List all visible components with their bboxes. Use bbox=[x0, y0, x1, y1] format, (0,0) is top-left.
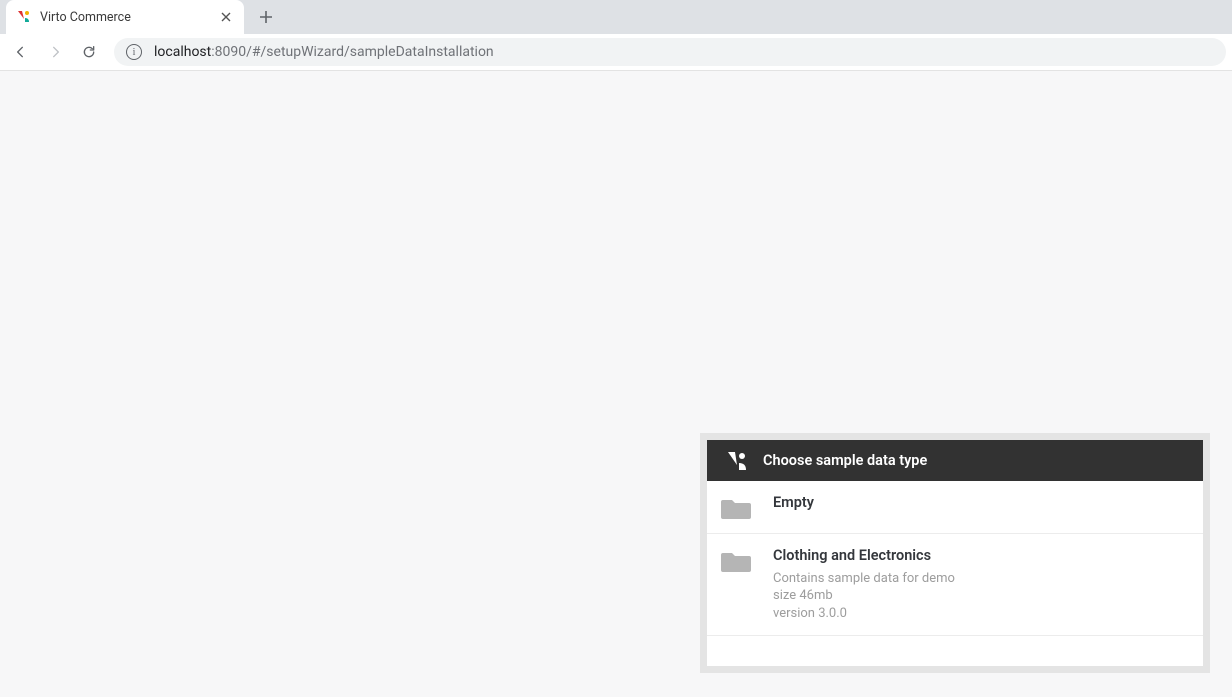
virto-favicon-icon bbox=[16, 9, 32, 25]
browser-tab-title: Virto Commerce bbox=[40, 10, 218, 25]
forward-button[interactable] bbox=[40, 37, 70, 67]
option-title: Empty bbox=[773, 494, 1187, 513]
option-clothing-electronics[interactable]: Clothing and Electronics Contains sample… bbox=[707, 534, 1203, 636]
close-tab-button[interactable] bbox=[218, 9, 234, 25]
option-desc-line: version 3.0.0 bbox=[773, 605, 1187, 623]
option-title: Clothing and Electronics bbox=[773, 547, 1187, 566]
address-bar[interactable]: i localhost:8090/#/setupWizard/sampleDat… bbox=[114, 38, 1226, 66]
wizard-header: Choose sample data type bbox=[707, 440, 1203, 481]
virto-logo-icon bbox=[725, 449, 749, 473]
url-host: localhost bbox=[154, 44, 211, 60]
browser-tab[interactable]: Virto Commerce bbox=[6, 0, 244, 34]
option-desc-line: Contains sample data for demo bbox=[773, 570, 1187, 588]
back-button[interactable] bbox=[6, 37, 36, 67]
browser-toolbar: i localhost:8090/#/setupWizard/sampleDat… bbox=[0, 34, 1232, 71]
reload-button[interactable] bbox=[74, 37, 104, 67]
url-port: :8090 bbox=[211, 44, 246, 60]
wizard-title: Choose sample data type bbox=[763, 452, 927, 469]
wizard-footer bbox=[707, 636, 1203, 666]
page-content: Choose sample data type Empty Clothing a… bbox=[0, 71, 1232, 697]
folder-icon bbox=[721, 549, 751, 573]
folder-icon bbox=[721, 496, 751, 520]
wizard-body: Empty Clothing and Electronics Contains … bbox=[707, 481, 1203, 666]
option-desc-line: size 46mb bbox=[773, 587, 1187, 605]
url-path: /#/setupWizard/sampleDataInstallation bbox=[246, 44, 494, 60]
new-tab-button[interactable] bbox=[252, 3, 280, 31]
sample-data-wizard: Choose sample data type Empty Clothing a… bbox=[700, 433, 1210, 673]
browser-tab-strip: Virto Commerce bbox=[0, 0, 1232, 34]
site-info-icon[interactable]: i bbox=[126, 44, 142, 60]
option-empty[interactable]: Empty bbox=[707, 481, 1203, 534]
